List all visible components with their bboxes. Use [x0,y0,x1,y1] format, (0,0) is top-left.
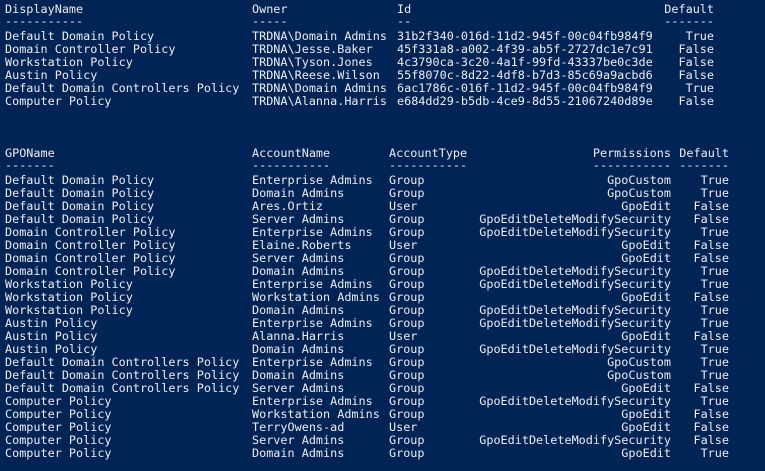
gpo-id-cell: e684dd29-b5db-4ce9-8d55-21067240d89e [397,94,653,108]
gpo-owner-cell: TRDNA\Alanna.Harris [252,94,387,108]
table-row: Computer Policy TRDNA\Alanna.Harris e684… [0,95,765,108]
gpo-name-cell: Computer Policy [5,446,112,460]
column-separator-default: ------- [664,14,714,28]
default-cell: True [700,446,729,460]
column-separator-display-name: ----------- [5,14,84,28]
column-separator-account-name: ----------- [252,158,331,172]
column-separator-permissions: ----------- [592,158,671,172]
column-separator-account-type: ----------- [389,158,468,172]
gpo-display-name-cell: Computer Policy [5,94,112,108]
column-separator-owner: ----- [252,14,288,28]
column-separator-gpo-name: ------- [5,158,55,172]
gpo-default-cell: False [678,94,714,108]
account-type-cell: Group [389,446,425,460]
permissions-cell: GpoEdit [621,446,671,460]
table-row: Computer Policy Domain Admins Group GpoE… [0,447,765,460]
permissions-table-separator-row: ------- ----------- ----------- --------… [0,159,765,172]
powershell-console[interactable]: DisplayName Owner Id Default -----------… [0,0,765,471]
gpo-table-separator-row: ----------- ----- -- ------- [0,15,765,28]
column-separator-id: -- [397,14,412,28]
column-separator-default: ------- [679,158,729,172]
account-name-cell: Domain Admins [252,446,345,460]
